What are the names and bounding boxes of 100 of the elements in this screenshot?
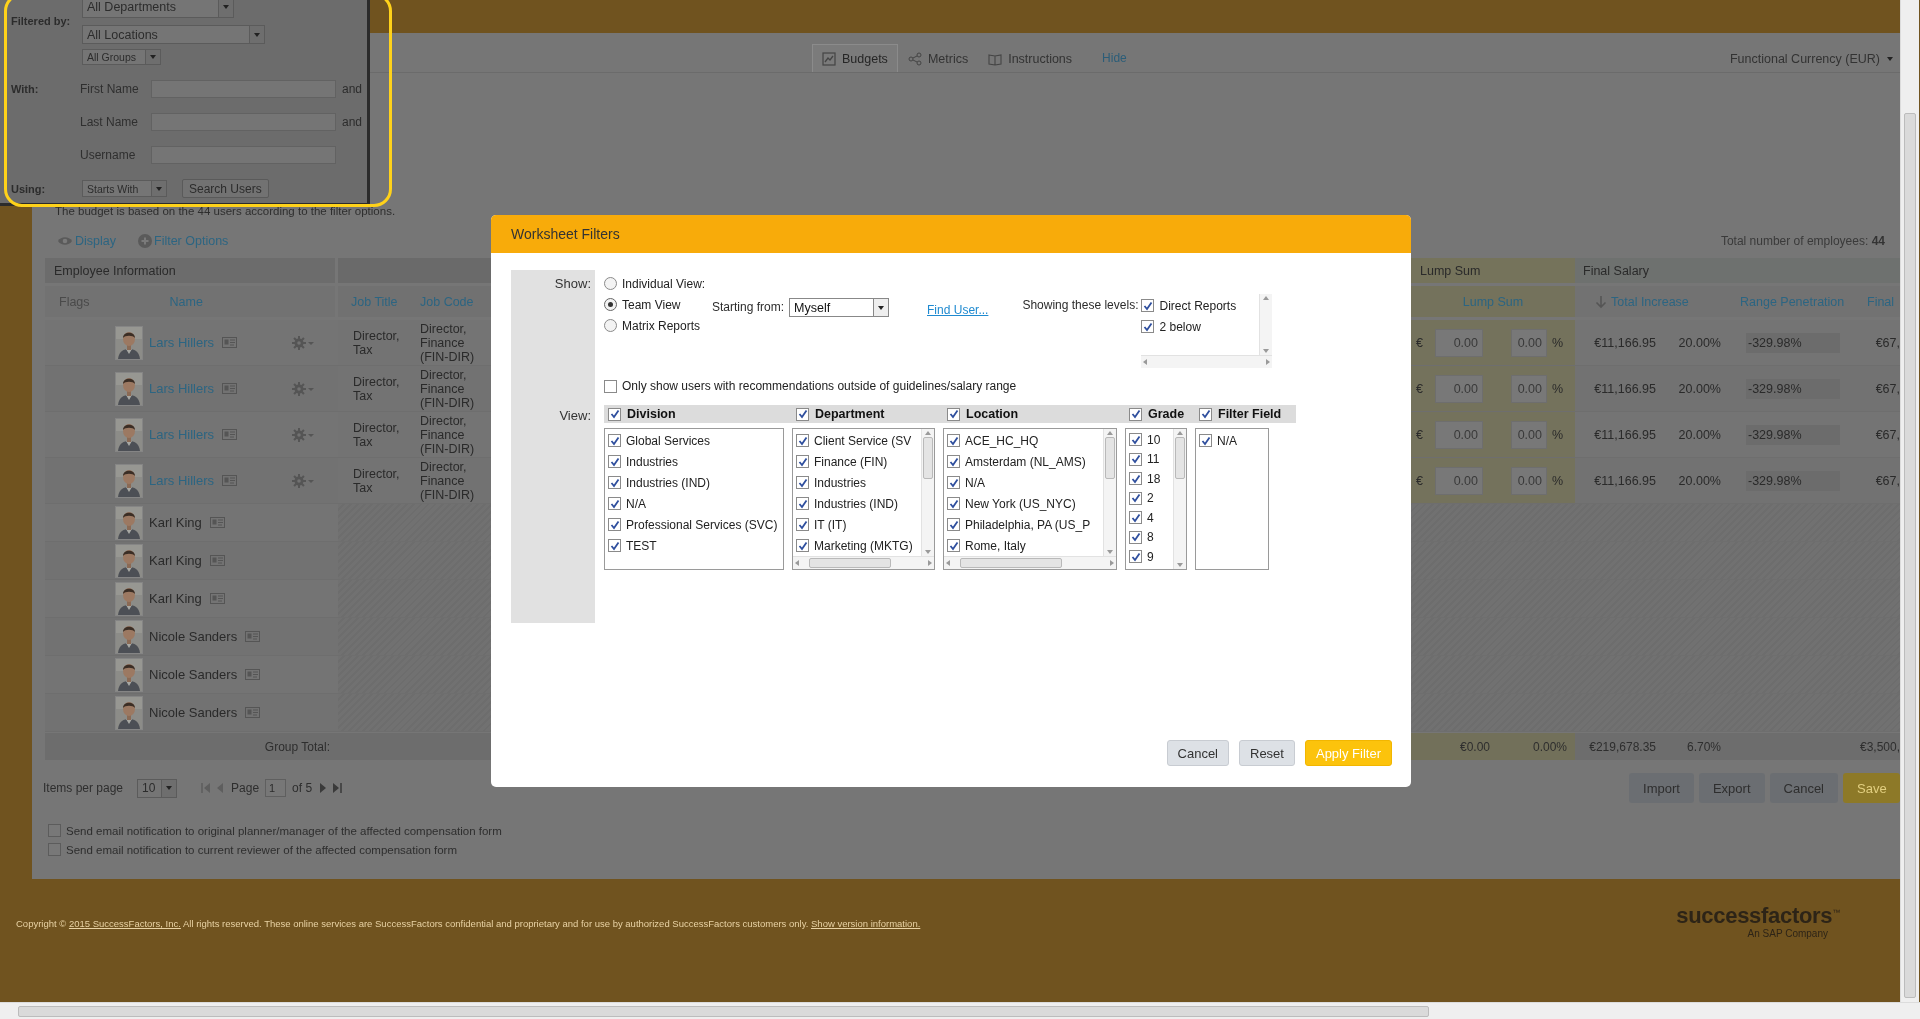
dropdown[interactable]: Myself bbox=[789, 298, 890, 317]
checkbox[interactable] bbox=[947, 518, 960, 531]
chart-icon[interactable] bbox=[822, 51, 836, 66]
checkbox[interactable] bbox=[1199, 434, 1212, 447]
checkbox[interactable] bbox=[608, 407, 621, 421]
book-icon[interactable] bbox=[988, 51, 1003, 66]
up-arrow-icon[interactable] bbox=[1175, 429, 1185, 437]
radio-button[interactable] bbox=[604, 277, 617, 290]
checkbox[interactable] bbox=[608, 518, 621, 531]
checkbox[interactable] bbox=[1129, 433, 1142, 447]
card-icon[interactable] bbox=[222, 475, 237, 486]
percent-field[interactable]: 0.00 bbox=[1511, 374, 1547, 403]
tab[interactable]: Metrics bbox=[897, 44, 979, 72]
checkbox[interactable] bbox=[1129, 491, 1142, 505]
scrollbar-thumb[interactable] bbox=[809, 558, 891, 568]
scrollbar-thumb[interactable] bbox=[960, 558, 1062, 568]
filter-list[interactable]: Global Services Industries Industries (IND) N/A Professional Services (SVC) TEST bbox=[604, 428, 784, 570]
page-field[interactable]: 1 bbox=[265, 779, 287, 797]
employee-link[interactable]: Lars Hillers bbox=[149, 335, 214, 350]
checkbox[interactable] bbox=[48, 843, 61, 856]
checkbox[interactable] bbox=[1129, 511, 1142, 525]
checkbox[interactable] bbox=[604, 379, 617, 393]
up-arrow-icon[interactable] bbox=[923, 429, 933, 437]
dropdown[interactable]: All Departments bbox=[82, 0, 234, 18]
checkbox[interactable] bbox=[1129, 472, 1142, 486]
employee-link[interactable]: Lars Hillers bbox=[149, 427, 214, 442]
checkbox[interactable] bbox=[1129, 550, 1142, 564]
checkbox[interactable] bbox=[947, 476, 960, 489]
scrollbar[interactable] bbox=[1259, 294, 1273, 355]
filter-options-link[interactable]: Filter Options bbox=[138, 234, 229, 248]
version-link[interactable]: Show version information. bbox=[811, 918, 921, 929]
scrollbar-thumb[interactable] bbox=[1175, 437, 1185, 479]
tab[interactable]: Instructions bbox=[978, 44, 1083, 72]
last-page-icon[interactable] bbox=[332, 782, 343, 794]
card-icon[interactable] bbox=[209, 555, 225, 566]
checkbox[interactable] bbox=[947, 539, 960, 552]
action-button[interactable]: Export bbox=[1698, 773, 1765, 803]
copyright-link[interactable]: 2015 SuccessFactors, Inc. bbox=[68, 918, 181, 929]
scrollbar[interactable] bbox=[1141, 355, 1273, 368]
filter-list[interactable]: Client Service (SV Finance (FIN) Industries Industries (IND) IT (IT) Marketing (MKTG) bbox=[792, 428, 935, 570]
checkbox[interactable] bbox=[796, 518, 809, 531]
checkbox[interactable] bbox=[608, 434, 621, 447]
filter-list[interactable]: ACE_HC_HQ Amsterdam (NL_AMS) N/A New York (US_NYC) Philadelphia, PA (US_P Rome, Italy bbox=[943, 428, 1117, 570]
down-arrow-icon[interactable] bbox=[923, 548, 933, 556]
dropdown[interactable]: All Locations bbox=[82, 25, 265, 44]
dropdown[interactable]: 10 bbox=[137, 778, 178, 798]
right-arrow-icon[interactable] bbox=[926, 558, 934, 568]
first-page-icon[interactable] bbox=[201, 782, 212, 794]
amount-field[interactable]: 0.00 bbox=[1435, 328, 1483, 357]
radio-button[interactable] bbox=[604, 319, 617, 332]
left-arrow-icon[interactable] bbox=[1141, 357, 1150, 367]
left-arrow-icon[interactable] bbox=[944, 558, 952, 568]
checkbox[interactable] bbox=[1141, 320, 1155, 333]
action-button[interactable]: Cancel bbox=[1769, 773, 1838, 803]
checkbox[interactable] bbox=[1129, 407, 1142, 421]
checkbox[interactable] bbox=[608, 497, 621, 510]
down-arrow-icon[interactable] bbox=[1105, 548, 1115, 556]
hide-link[interactable]: Hide bbox=[1102, 45, 1127, 72]
dialog-button[interactable]: Apply Filter bbox=[1304, 740, 1392, 766]
amount-field[interactable]: 0.00 bbox=[1435, 466, 1483, 495]
percent-field[interactable]: 0.00 bbox=[1511, 466, 1547, 495]
card-icon[interactable] bbox=[222, 383, 237, 394]
down-arrow-icon[interactable] bbox=[1261, 347, 1272, 355]
checkbox[interactable] bbox=[1129, 530, 1142, 544]
checkbox[interactable] bbox=[608, 455, 621, 468]
card-icon[interactable] bbox=[245, 669, 261, 680]
scrollbar[interactable] bbox=[1173, 429, 1186, 569]
down-arrow-icon[interactable] bbox=[1175, 561, 1185, 569]
filter-list[interactable]: N/A bbox=[1195, 428, 1269, 570]
horizontal-scrollbar[interactable] bbox=[0, 1002, 1920, 1019]
radio-button[interactable] bbox=[604, 298, 617, 311]
share-icon[interactable] bbox=[907, 51, 922, 66]
percent-field[interactable]: 0.00 bbox=[1511, 420, 1547, 449]
scrollbar[interactable] bbox=[793, 556, 934, 569]
card-icon[interactable] bbox=[222, 337, 237, 348]
amount-field[interactable]: 0.00 bbox=[1435, 374, 1483, 403]
action-button[interactable]: Import bbox=[1629, 773, 1694, 803]
left-arrow-icon[interactable] bbox=[793, 558, 801, 568]
checkbox[interactable] bbox=[947, 497, 960, 510]
card-icon[interactable] bbox=[245, 631, 261, 642]
checkbox[interactable] bbox=[796, 476, 809, 489]
dialog-button[interactable]: Cancel bbox=[1166, 740, 1229, 766]
up-arrow-icon[interactable] bbox=[1105, 429, 1115, 437]
checkbox[interactable] bbox=[608, 476, 621, 489]
checkbox[interactable] bbox=[947, 455, 960, 468]
checkbox[interactable] bbox=[1141, 299, 1155, 312]
tab[interactable]: Budgets bbox=[812, 44, 898, 72]
right-arrow-icon[interactable] bbox=[1108, 558, 1116, 568]
scrollbar[interactable] bbox=[921, 429, 934, 556]
up-arrow-icon[interactable] bbox=[1261, 294, 1272, 302]
checkbox[interactable] bbox=[947, 434, 960, 447]
search-button[interactable]: Search Users bbox=[182, 179, 269, 198]
percent-field[interactable]: 0.00 bbox=[1511, 328, 1547, 357]
checkbox[interactable] bbox=[608, 539, 621, 552]
caret-icon[interactable] bbox=[877, 303, 886, 312]
levels-list[interactable]: Direct Reports 2 below bbox=[1141, 294, 1273, 368]
checkbox[interactable] bbox=[796, 407, 809, 421]
amount-field[interactable]: 0.00 bbox=[1435, 420, 1483, 449]
dialog-button[interactable]: Reset bbox=[1239, 740, 1295, 766]
checkbox[interactable] bbox=[796, 455, 809, 468]
